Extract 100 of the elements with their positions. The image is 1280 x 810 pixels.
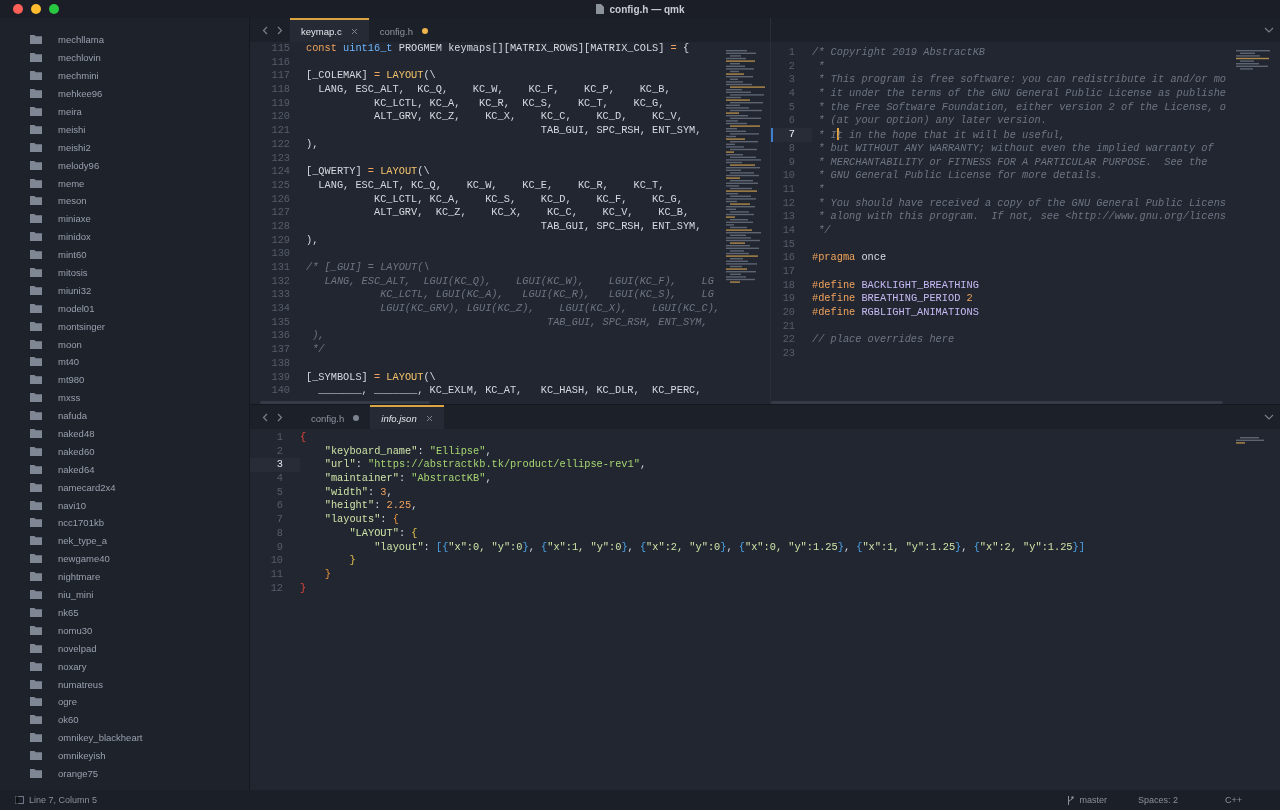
folder-item[interactable]: nightmare	[0, 567, 249, 586]
code-line: KC_LCTL, LGUI(KC_A), LGUI(KC_R), LGUI(KC_S), LG	[379, 288, 714, 303]
folder-item[interactable]: namecard2x4	[0, 478, 249, 497]
code-line: * the Free Software Foundation, either version 2 of the License, o	[817, 100, 1226, 115]
folder-item[interactable]: navi10	[0, 496, 249, 515]
branch-button[interactable]: master	[1067, 795, 1107, 805]
folder-item[interactable]: nek_type_a	[0, 531, 249, 550]
folder-item[interactable]: omnikey_blackheart	[0, 728, 249, 747]
folder-icon	[30, 53, 42, 63]
line-number: 133	[270, 288, 291, 303]
folder-item[interactable]: melody96	[0, 156, 249, 175]
code-line: KC_LCTL, KC_A, KC_S, KC_D, KC_F, KC_G,	[372, 192, 683, 207]
folder-item[interactable]: mechllama	[0, 31, 249, 49]
folder-item[interactable]: ncc1701kb	[0, 514, 249, 532]
folder-icon	[30, 339, 42, 349]
folder-icon	[30, 733, 42, 743]
folder-icon	[30, 250, 42, 260]
folder-item[interactable]: montsinger	[0, 317, 249, 336]
editor-tab[interactable]: keymap.c	[290, 18, 369, 42]
folder-item[interactable]: nk65	[0, 603, 249, 622]
close-button[interactable]	[13, 4, 23, 14]
zoom-button[interactable]	[49, 4, 59, 14]
folder-item[interactable]: miuni32	[0, 281, 249, 300]
code-line: "keyboard_name": "Ellipse",	[323, 444, 492, 459]
code-line: TAB_GUI, SPC_RSH, ENT_SYM,	[546, 315, 708, 330]
editor-tab[interactable]: info.json	[370, 405, 444, 429]
forward-icon[interactable]	[277, 412, 283, 422]
modified-dot-icon	[421, 28, 428, 34]
code-line: [_COLEMAK] = LAYOUT(\	[306, 69, 436, 84]
folder-icon	[30, 178, 42, 188]
folder-icon	[30, 482, 42, 492]
folder-item[interactable]: meishi	[0, 120, 249, 139]
folder-item[interactable]: naked48	[0, 424, 249, 443]
folder-item[interactable]: naked64	[0, 460, 249, 479]
folder-item[interactable]: mint60	[0, 245, 249, 264]
code-line: LANG, ESC_ALT, KC_Q, KC_W, KC_E, KC_R, KC_T,	[317, 178, 665, 193]
code-line: ALT_GRV, KC_Z, KC_X, KC_C, KC_V, KC_B,	[372, 206, 690, 220]
folder-item[interactable]: newgame40	[0, 549, 249, 568]
folder-item[interactable]: minidox	[0, 227, 249, 246]
indentation-button[interactable]: Spaces: 2	[1137, 795, 1178, 805]
code-line: * You should have received a copy of the GNU General Public Licens	[817, 196, 1226, 211]
panel-icon[interactable]	[15, 796, 24, 804]
line-number: 13	[781, 210, 796, 224]
folder-icon	[30, 214, 42, 224]
code-line: ),	[306, 137, 319, 152]
folder-item[interactable]: mehkee96	[0, 84, 249, 103]
folder-item[interactable]: moon	[0, 335, 249, 354]
code-line: *	[817, 182, 825, 197]
folder-item[interactable]: mxss	[0, 388, 249, 407]
line-number: 138	[270, 356, 291, 371]
folder-item[interactable]: mitosis	[0, 263, 249, 282]
folder-item[interactable]: mechmini	[0, 66, 249, 85]
back-icon[interactable]	[262, 25, 268, 35]
chevron-down-icon[interactable]	[1264, 414, 1274, 420]
line-number: 3	[250, 458, 300, 473]
folder-icon	[30, 679, 42, 689]
line-number: 137	[270, 343, 291, 357]
back-icon[interactable]	[262, 412, 268, 422]
folder-item[interactable]: mt40	[0, 353, 249, 371]
folder-icon	[30, 321, 42, 331]
folder-item[interactable]: model01	[0, 299, 249, 318]
folder-item[interactable]: omnikeyish	[0, 746, 249, 765]
code-line: * This program is free software: you can redistribute it and/or mo	[817, 73, 1226, 88]
folder-item[interactable]: novelpad	[0, 639, 249, 658]
folder-icon	[30, 303, 42, 313]
folder-item[interactable]: numatreus	[0, 675, 249, 693]
folder-item[interactable]: niu_mini	[0, 585, 249, 604]
close-icon[interactable]	[425, 414, 433, 422]
folder-item[interactable]: mt980	[0, 370, 249, 389]
folder-item[interactable]: mechlovin	[0, 48, 249, 67]
code-line: /* [_GUI] = LAYOUT(\	[306, 261, 430, 275]
folder-item[interactable]: orange75	[0, 764, 249, 783]
folder-item[interactable]: meson	[0, 192, 249, 210]
code-line: LANG, ESC_ALT, KC_Q, KC_W, KC_F, KC_P, KC_B,	[317, 83, 671, 97]
folder-item[interactable]: ok60	[0, 710, 249, 729]
folder-item[interactable]: nafuda	[0, 406, 249, 425]
folder-item[interactable]: ogre	[0, 692, 249, 711]
code-line: "LAYOUT": {	[348, 526, 418, 541]
close-icon[interactable]	[350, 27, 358, 35]
folder-item[interactable]: meishi2	[0, 138, 249, 157]
syntax-button[interactable]: C++	[1225, 795, 1242, 805]
folder-item[interactable]: noxary	[0, 657, 249, 676]
editor-tab[interactable]: config.h	[368, 18, 439, 42]
editor-tab[interactable]: config.h	[300, 405, 371, 429]
code-line: * along with this program. If not, see <http://www.gnu.org/licens	[817, 210, 1226, 224]
folder-item[interactable]: nomu30	[0, 621, 249, 640]
forward-icon[interactable]	[277, 25, 283, 35]
folder-icon	[30, 518, 42, 528]
line-number: 123	[270, 151, 291, 166]
scrollbar[interactable]	[260, 401, 430, 404]
minimize-button[interactable]	[31, 4, 41, 14]
folder-item[interactable]: meira	[0, 102, 249, 121]
folder-item[interactable]: miniaxe	[0, 209, 249, 228]
code-line: _______, _______, KC_EXLM, KC_AT, KC_HASH, KC_DLR, KC_PERC,	[317, 384, 702, 398]
chevron-down-icon[interactable]	[1264, 27, 1274, 33]
folder-item[interactable]: meme	[0, 174, 249, 192]
folder-item[interactable]: naked60	[0, 442, 249, 461]
code-line: LANG, ESC_ALT, LGUI(KC_Q), LGUI(KC_W), LGUI(KC_F), LG	[323, 274, 714, 289]
folder-icon	[30, 285, 42, 295]
code-line: */	[311, 343, 325, 357]
